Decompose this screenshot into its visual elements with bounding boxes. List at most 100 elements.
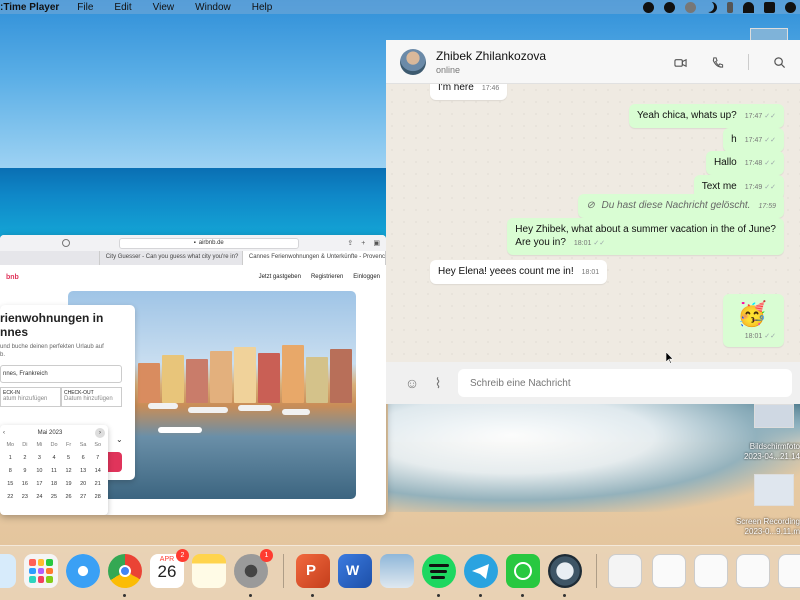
outgoing-message[interactable]: Hallo 17:48 ✓✓ [705, 151, 784, 175]
tab-city-guesser[interactable]: City Guesser - Can you guess what city y… [100, 251, 243, 265]
menu-window[interactable]: Window [195, 2, 231, 13]
screenshot-file-thumbnail[interactable] [754, 404, 794, 428]
telegram-dock-icon[interactable] [464, 554, 498, 588]
new-tab-icon[interactable]: + [361, 240, 365, 247]
chevron-down-icon[interactable]: ⌄ [116, 435, 123, 444]
wifi-icon[interactable] [743, 1, 754, 13]
calendar-day[interactable]: 25 [47, 494, 62, 500]
calendar-day[interactable]: 24 [32, 494, 47, 500]
tabs-overview-icon[interactable]: ▣ [373, 239, 380, 247]
checkout-field[interactable]: CHECK-OUT Datum hinzufügen [61, 387, 122, 407]
spotify-icon[interactable] [422, 554, 456, 588]
preview-icon[interactable] [380, 554, 414, 588]
calendar-day[interactable]: 21 [90, 481, 105, 487]
video-call-icon[interactable] [674, 56, 687, 69]
calendar-day[interactable]: 18 [47, 481, 62, 487]
telegram-icon[interactable] [664, 1, 675, 13]
message-time: 17:48 [744, 160, 763, 167]
emoji-icon[interactable]: ☺ [404, 375, 420, 391]
calendar-day[interactable]: 19 [61, 481, 76, 487]
calendar-day[interactable]: 20 [76, 481, 91, 487]
calendar-day[interactable]: 14 [90, 468, 105, 474]
whatsapp-dock-icon[interactable] [506, 554, 540, 588]
menu-file[interactable]: File [77, 2, 93, 13]
browser-url-bar[interactable]: ▪ airbnb.de [118, 237, 299, 249]
outgoing-message[interactable]: Yeah chica, whats up? 17:47 ✓✓ [629, 104, 784, 128]
calendar-day[interactable]: 27 [76, 494, 91, 500]
powerpoint-icon[interactable]: P [296, 554, 330, 588]
recording-file-label[interactable]: Screen Recording 2023-0...9.11.m [700, 517, 800, 537]
calendar-day[interactable]: 8 [3, 468, 18, 474]
siri-icon[interactable] [785, 1, 796, 13]
calendar-day[interactable]: 12 [61, 468, 76, 474]
launchpad-icon[interactable] [24, 554, 58, 588]
nav-register[interactable]: Registrieren [311, 274, 343, 280]
calendar-day[interactable]: 10 [32, 468, 47, 474]
sidebar-toggle-icon[interactable] [62, 239, 70, 247]
word-icon[interactable]: W [338, 554, 372, 588]
recording-file-thumbnail[interactable] [754, 474, 794, 506]
contact-info[interactable]: Zhibek Zhilankozova online [436, 49, 546, 75]
calendar-day[interactable]: 5 [61, 455, 76, 461]
calendar-day[interactable]: 11 [47, 468, 62, 474]
nav-login[interactable]: Einloggen [353, 274, 380, 280]
avatar[interactable] [400, 48, 426, 75]
calendar-day[interactable]: 6 [76, 455, 91, 461]
calendar-day[interactable]: 23 [18, 494, 33, 500]
menu-help[interactable]: Help [252, 2, 273, 13]
menu-edit[interactable]: Edit [114, 2, 131, 13]
checkin-field[interactable]: ECK-IN atum hinzufügen [0, 387, 61, 407]
notes-icon[interactable] [192, 554, 226, 588]
calendar-day[interactable]: 1 [3, 455, 18, 461]
location-input[interactable]: nnes, Frankreich [0, 365, 122, 383]
message-input[interactable]: Schreib eine Nachricht [458, 369, 792, 397]
incoming-message[interactable]: Hey Elena! yeees count me in! 18:01 [430, 260, 608, 284]
finder-icon[interactable] [0, 554, 16, 588]
system-settings-icon[interactable]: 1 [234, 549, 273, 588]
search-icon[interactable] [773, 56, 786, 69]
phone-icon[interactable] [711, 56, 724, 69]
calendar-day[interactable]: 13 [76, 468, 91, 474]
document-stack-4[interactable] [778, 554, 800, 588]
calendar-day[interactable]: 17 [32, 481, 47, 487]
share-icon[interactable]: ⇪ [347, 239, 353, 247]
outgoing-message[interactable]: ⊘ Du hast diese Nachricht gelöscht. 17:59 [578, 194, 784, 218]
calendar-icon[interactable]: APR 26 2 [150, 549, 189, 588]
outgoing-message[interactable]: 🥳 18:01 ✓✓ [722, 294, 784, 347]
airbnb-logo[interactable]: bnb [6, 274, 19, 281]
prev-month-icon[interactable]: ‹ [3, 430, 5, 436]
tab-cannes[interactable]: Cannes Ferienwohnungen & Unterkünfte - P… [242, 251, 386, 265]
calendar-day[interactable]: 7 [90, 455, 105, 461]
calendar-day[interactable]: 9 [18, 468, 33, 474]
safari-icon[interactable] [66, 554, 100, 588]
outgoing-message[interactable]: h 17:47 ✓✓ [723, 128, 784, 152]
calendar-day[interactable]: 15 [3, 481, 18, 487]
calendar-day[interactable]: 16 [18, 481, 33, 487]
calendar-day[interactable]: 22 [3, 494, 18, 500]
chat-messages[interactable]: I'm here 17:46 Yeah chica, whats up? 17:47 ✓… [386, 76, 800, 362]
downloads-stack-icon[interactable] [608, 554, 642, 588]
menu-view[interactable]: View [153, 2, 175, 13]
document-stack-1[interactable] [652, 554, 686, 588]
attach-icon[interactable]: ⌇ [430, 375, 446, 391]
arc-icon[interactable] [685, 1, 696, 13]
control-center-icon[interactable] [764, 1, 775, 13]
document-stack-2[interactable] [694, 554, 728, 588]
menu-app-name[interactable]: :Time Player [0, 2, 77, 13]
bluetooth-icon[interactable] [727, 1, 733, 13]
screenshot-file-label[interactable]: Bildschirmfoto 2023-04...21.14 [700, 442, 800, 462]
quicktime-icon[interactable] [548, 554, 582, 588]
outgoing-message[interactable]: Hey Zhibek, what about a summer vacation… [507, 218, 784, 255]
document-stack-3[interactable] [736, 554, 770, 588]
chrome-icon[interactable] [108, 554, 142, 588]
nav-become-host[interactable]: Jetzt gastgeben [259, 274, 301, 280]
tab-airbnb[interactable] [0, 251, 100, 265]
calendar-day[interactable]: 26 [61, 494, 76, 500]
calendar-day[interactable]: 2 [18, 455, 33, 461]
record-icon[interactable] [643, 1, 654, 13]
calendar-day[interactable]: 28 [90, 494, 105, 500]
calendar-day[interactable]: 4 [47, 455, 62, 461]
next-month-icon[interactable]: › [95, 428, 105, 438]
moon-icon[interactable] [706, 2, 717, 13]
calendar-day[interactable]: 3 [32, 455, 47, 461]
